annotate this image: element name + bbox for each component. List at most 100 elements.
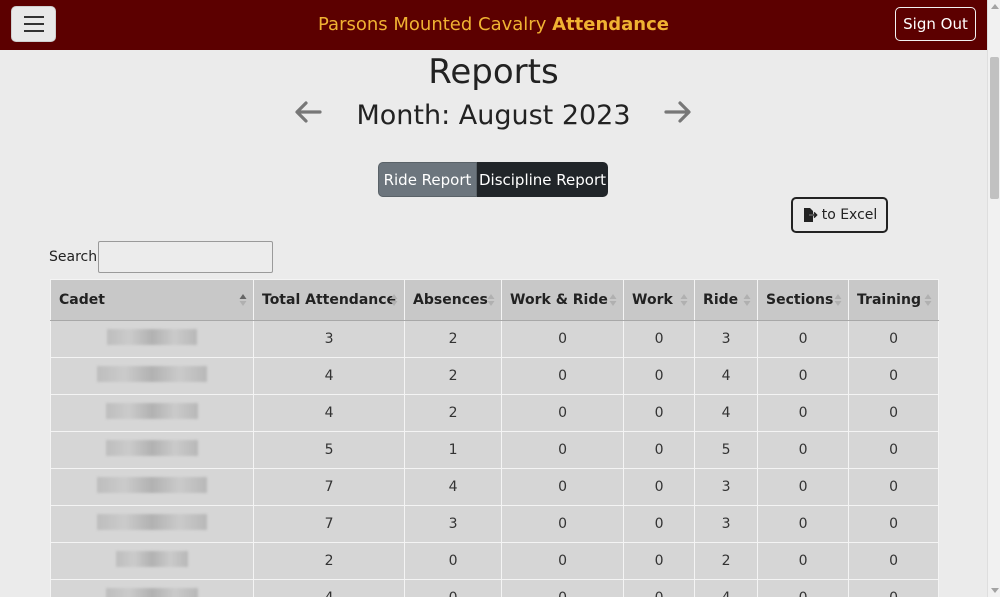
table-row: 5 1 0 0 5 0 0 [50,431,940,469]
cadet-name-redacted [50,357,254,395]
cell-absences: 0 [404,542,503,580]
cell-sections: 0 [757,468,850,506]
top-navbar: Parsons Mounted Cavalry Attendance Sign … [0,0,987,50]
sort-icon [239,294,247,306]
redacted-name [106,403,198,419]
redacted-name [97,477,207,493]
cell-training: 0 [848,579,940,597]
cell-ride: 3 [694,505,759,543]
cell-absences: 3 [404,505,503,543]
redacted-name [106,588,198,597]
sort-icon [743,294,751,306]
column-header-sections[interactable]: Sections [757,279,850,321]
column-header-work-ride[interactable]: Work & Ride [501,279,625,321]
cell-absences: 2 [404,357,503,395]
cell-work: 0 [623,394,696,432]
cell-absences: 4 [404,468,503,506]
cell-absences: 2 [404,320,503,358]
column-header-ride[interactable]: Ride [694,279,759,321]
export-excel-button[interactable]: to Excel [791,197,888,233]
column-header-cadet[interactable]: Cadet [50,279,254,321]
cell-total-attendance: 3 [252,320,406,358]
redacted-name [116,551,188,567]
column-header-work[interactable]: Work [623,279,696,321]
sort-icon [487,294,495,306]
table-row: 4 2 0 0 4 0 0 [50,394,940,432]
cell-training: 0 [848,468,940,506]
search-label: Search: [49,249,102,265]
attendance-table: Cadet Total Attendance Absences Work & R… [50,279,940,597]
column-header-total-attendance[interactable]: Total Attendance [252,279,406,321]
cell-work: 0 [623,505,696,543]
column-header-training[interactable]: Training [848,279,940,321]
cell-work: 0 [623,468,696,506]
brand-bold: Attendance [552,14,669,35]
cell-total-attendance: 4 [252,357,406,395]
cell-work-ride: 0 [501,431,625,469]
cell-sections: 0 [757,394,850,432]
sort-icon [924,294,932,306]
cell-ride: 2 [694,542,759,580]
cell-training: 0 [848,357,940,395]
cell-sections: 0 [757,579,850,597]
cadet-name-redacted [50,431,254,469]
cell-work: 0 [623,579,696,597]
cell-work-ride: 0 [501,579,625,597]
cadet-name-redacted [50,468,254,506]
sort-icon [390,294,398,306]
cell-ride: 3 [694,468,759,506]
cell-work-ride: 0 [501,468,625,506]
cell-sections: 0 [757,357,850,395]
cell-total-attendance: 2 [252,542,406,580]
cell-work-ride: 0 [501,320,625,358]
cell-training: 0 [848,505,940,543]
table-row: 2 0 0 0 2 0 0 [50,542,940,580]
cell-ride: 3 [694,320,759,358]
cell-training: 0 [848,320,940,358]
brand-prefix: Parsons Mounted Cavalry [318,14,547,35]
cell-sections: 0 [757,505,850,543]
scroll-down-arrow-icon[interactable] [991,588,999,593]
cell-work: 0 [623,357,696,395]
cell-total-attendance: 4 [252,579,406,597]
report-type-tabs: Ride Report Discipline Report [378,162,608,197]
redacted-name [107,329,197,345]
tab-ride-report[interactable]: Ride Report [378,162,477,197]
cell-sections: 0 [757,320,850,358]
sort-icon [834,294,842,306]
cell-absences: 2 [404,394,503,432]
redacted-name [97,366,207,382]
tab-discipline-report[interactable]: Discipline Report [477,162,608,197]
cell-sections: 0 [757,542,850,580]
scroll-thumb[interactable] [990,57,999,199]
scroll-up-arrow-icon[interactable] [991,4,999,9]
cell-work: 0 [623,431,696,469]
cell-ride: 4 [694,394,759,432]
cell-work: 0 [623,542,696,580]
cell-work-ride: 0 [501,357,625,395]
cell-training: 0 [848,431,940,469]
cell-ride: 4 [694,357,759,395]
sign-out-button[interactable]: Sign Out [895,7,976,41]
cell-work-ride: 0 [501,394,625,432]
sort-icon [609,294,617,306]
cell-work-ride: 0 [501,542,625,580]
cell-total-attendance: 5 [252,431,406,469]
page-scrollbar[interactable] [987,0,1000,597]
month-label: Month: August 2023 [356,100,631,131]
export-excel-label: to Excel [821,207,878,223]
app-brand[interactable]: Parsons Mounted Cavalry Attendance [0,14,987,35]
column-header-absences[interactable]: Absences [404,279,503,321]
month-navigator: Month: August 2023 [290,96,700,136]
redacted-name [97,514,207,530]
cell-total-attendance: 7 [252,468,406,506]
cell-ride: 4 [694,579,759,597]
cell-work: 0 [623,320,696,358]
arrow-right-icon[interactable] [662,96,694,128]
cell-ride: 5 [694,431,759,469]
cell-training: 0 [848,394,940,432]
page-title: Reports [428,52,559,92]
search-input[interactable] [98,241,273,273]
cell-total-attendance: 4 [252,394,406,432]
cell-work-ride: 0 [501,505,625,543]
